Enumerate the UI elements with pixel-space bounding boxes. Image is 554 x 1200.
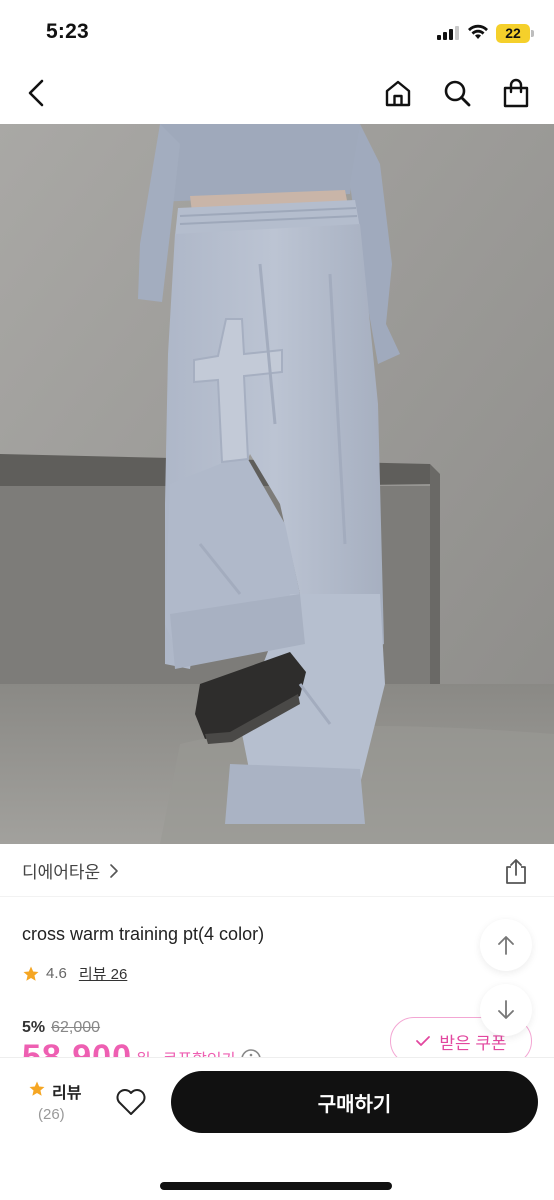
cellular-signal-icon (437, 26, 459, 40)
star-icon (23, 966, 39, 981)
battery-tip (531, 30, 534, 37)
brand-link[interactable]: 디에어타운 (22, 858, 120, 883)
home-button[interactable] (381, 76, 415, 110)
heart-icon (116, 1089, 146, 1115)
shopping-bag-icon (503, 78, 529, 108)
top-nav-bar (0, 62, 554, 124)
arrow-up-icon (498, 936, 514, 955)
check-icon (416, 1036, 431, 1046)
product-image[interactable] (0, 124, 554, 844)
buy-button[interactable]: 구매하기 (171, 1071, 538, 1133)
scroll-top-button[interactable] (480, 919, 532, 971)
home-indicator (160, 1182, 392, 1190)
arrow-down-icon (498, 1000, 514, 1019)
product-title: cross warm training pt(4 color) (22, 924, 265, 944)
rating-row: 4.6 리뷰 26 (22, 963, 127, 984)
product-photo-illustration (0, 124, 554, 844)
bottom-action-bar: 리뷰 (26) 구매하기 (0, 1057, 554, 1200)
wifi-icon (468, 24, 488, 39)
scroll-down-button[interactable] (480, 984, 532, 1036)
search-button[interactable] (440, 76, 474, 110)
chevron-left-icon (28, 79, 44, 107)
cart-button[interactable] (499, 76, 533, 110)
review-summary-count: (26) (38, 1106, 65, 1123)
discount-row: 5% 62,000 (22, 1019, 100, 1037)
status-bar: 5:23 22 (0, 0, 554, 62)
divider (0, 896, 554, 897)
back-button[interactable] (20, 76, 54, 110)
home-icon (385, 80, 411, 107)
brand-name: 디에어타운 (22, 863, 101, 882)
search-icon (444, 80, 471, 107)
discount-rate: 5% (22, 1019, 46, 1036)
review-count-link[interactable]: 리뷰 26 (79, 963, 127, 984)
status-time: 5:23 (46, 20, 89, 43)
share-button[interactable] (500, 856, 532, 888)
original-price: 62,000 (51, 1019, 101, 1036)
chevron-right-icon (110, 863, 119, 878)
star-icon (29, 1081, 45, 1096)
share-icon (506, 859, 526, 884)
rating-value: 4.6 (46, 965, 67, 982)
review-summary-label: 리뷰 (52, 1085, 82, 1102)
battery-indicator: 22 (496, 24, 530, 43)
wishlist-button[interactable] (114, 1086, 148, 1118)
